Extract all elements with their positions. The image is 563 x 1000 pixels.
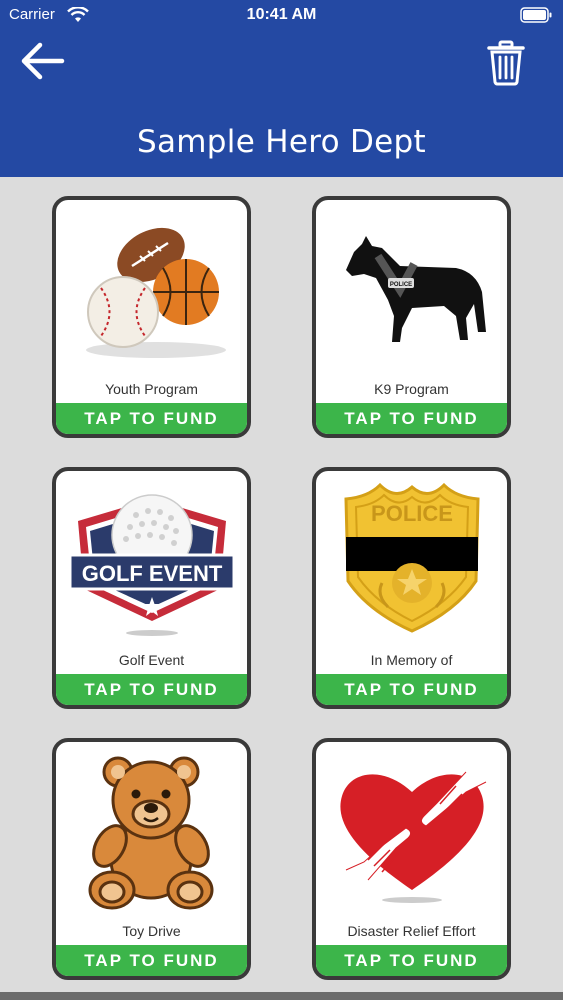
status-time: 10:41 AM — [246, 6, 317, 23]
card-label: Youth Program — [105, 381, 198, 397]
card-art — [56, 200, 247, 378]
sports-balls-icon — [86, 227, 226, 358]
tap-to-fund-button[interactable]: TAP TO FUND — [316, 945, 507, 976]
heart-hands-icon — [340, 771, 487, 903]
golf-event-logo: GOLF EVENT — [68, 494, 236, 636]
card-youth-program[interactable]: Youth Program TAP TO FUND — [52, 196, 251, 438]
trash-icon[interactable] — [486, 40, 526, 86]
card-art: POLICE — [316, 200, 507, 378]
card-disaster-relief-effort[interactable]: Disaster Relief Effort TAP TO FUND — [312, 738, 511, 980]
bottom-edge-bar — [0, 992, 563, 1000]
police-badge-icon: POLICE — [344, 482, 480, 633]
battery-icon — [520, 7, 552, 23]
tap-to-fund-button[interactable]: TAP TO FUND — [316, 674, 507, 705]
card-art: GOLF EVENT — [56, 471, 247, 649]
card-label: Golf Event — [118, 652, 185, 668]
back-arrow-icon[interactable] — [18, 40, 66, 82]
card-in-memory-of[interactable]: POLICE In Memory of TAP TO FUND — [312, 467, 511, 709]
svg-text:GOLF EVENT: GOLF EVENT — [82, 561, 223, 586]
card-label: Toy Drive — [122, 923, 181, 939]
card-art — [56, 742, 247, 920]
card-label: In Memory of — [370, 652, 453, 668]
program-grid: Youth Program TAP TO FUND POLICE K9 Prog… — [0, 177, 563, 992]
tap-to-fund-button[interactable]: TAP TO FUND — [56, 403, 247, 434]
tap-to-fund-button[interactable]: TAP TO FUND — [316, 403, 507, 434]
tap-to-fund-button[interactable]: TAP TO FUND — [56, 945, 247, 976]
teddy-bear-icon — [88, 756, 214, 910]
card-art: POLICE — [316, 471, 507, 649]
police-dog-icon: POLICE — [346, 236, 486, 342]
card-art — [316, 742, 507, 920]
app-header: Carrier 10:41 AM Sample Hero Dept — [0, 0, 563, 177]
card-toy-drive[interactable]: Toy Drive TAP TO FUND — [52, 738, 251, 980]
card-k9-program[interactable]: POLICE K9 Program TAP TO FUND — [312, 196, 511, 438]
status-bar: Carrier 10:41 AM — [0, 0, 563, 30]
card-label: Disaster Relief Effort — [347, 923, 476, 939]
tap-to-fund-button[interactable]: TAP TO FUND — [56, 674, 247, 705]
svg-text:POLICE: POLICE — [390, 282, 412, 288]
card-label: K9 Program — [374, 381, 449, 397]
card-golf-event[interactable]: GOLF EVENT Golf Event TAP TO FUND — [52, 467, 251, 709]
page-title: Sample Hero Dept — [137, 124, 426, 160]
svg-text:POLICE: POLICE — [371, 501, 453, 526]
